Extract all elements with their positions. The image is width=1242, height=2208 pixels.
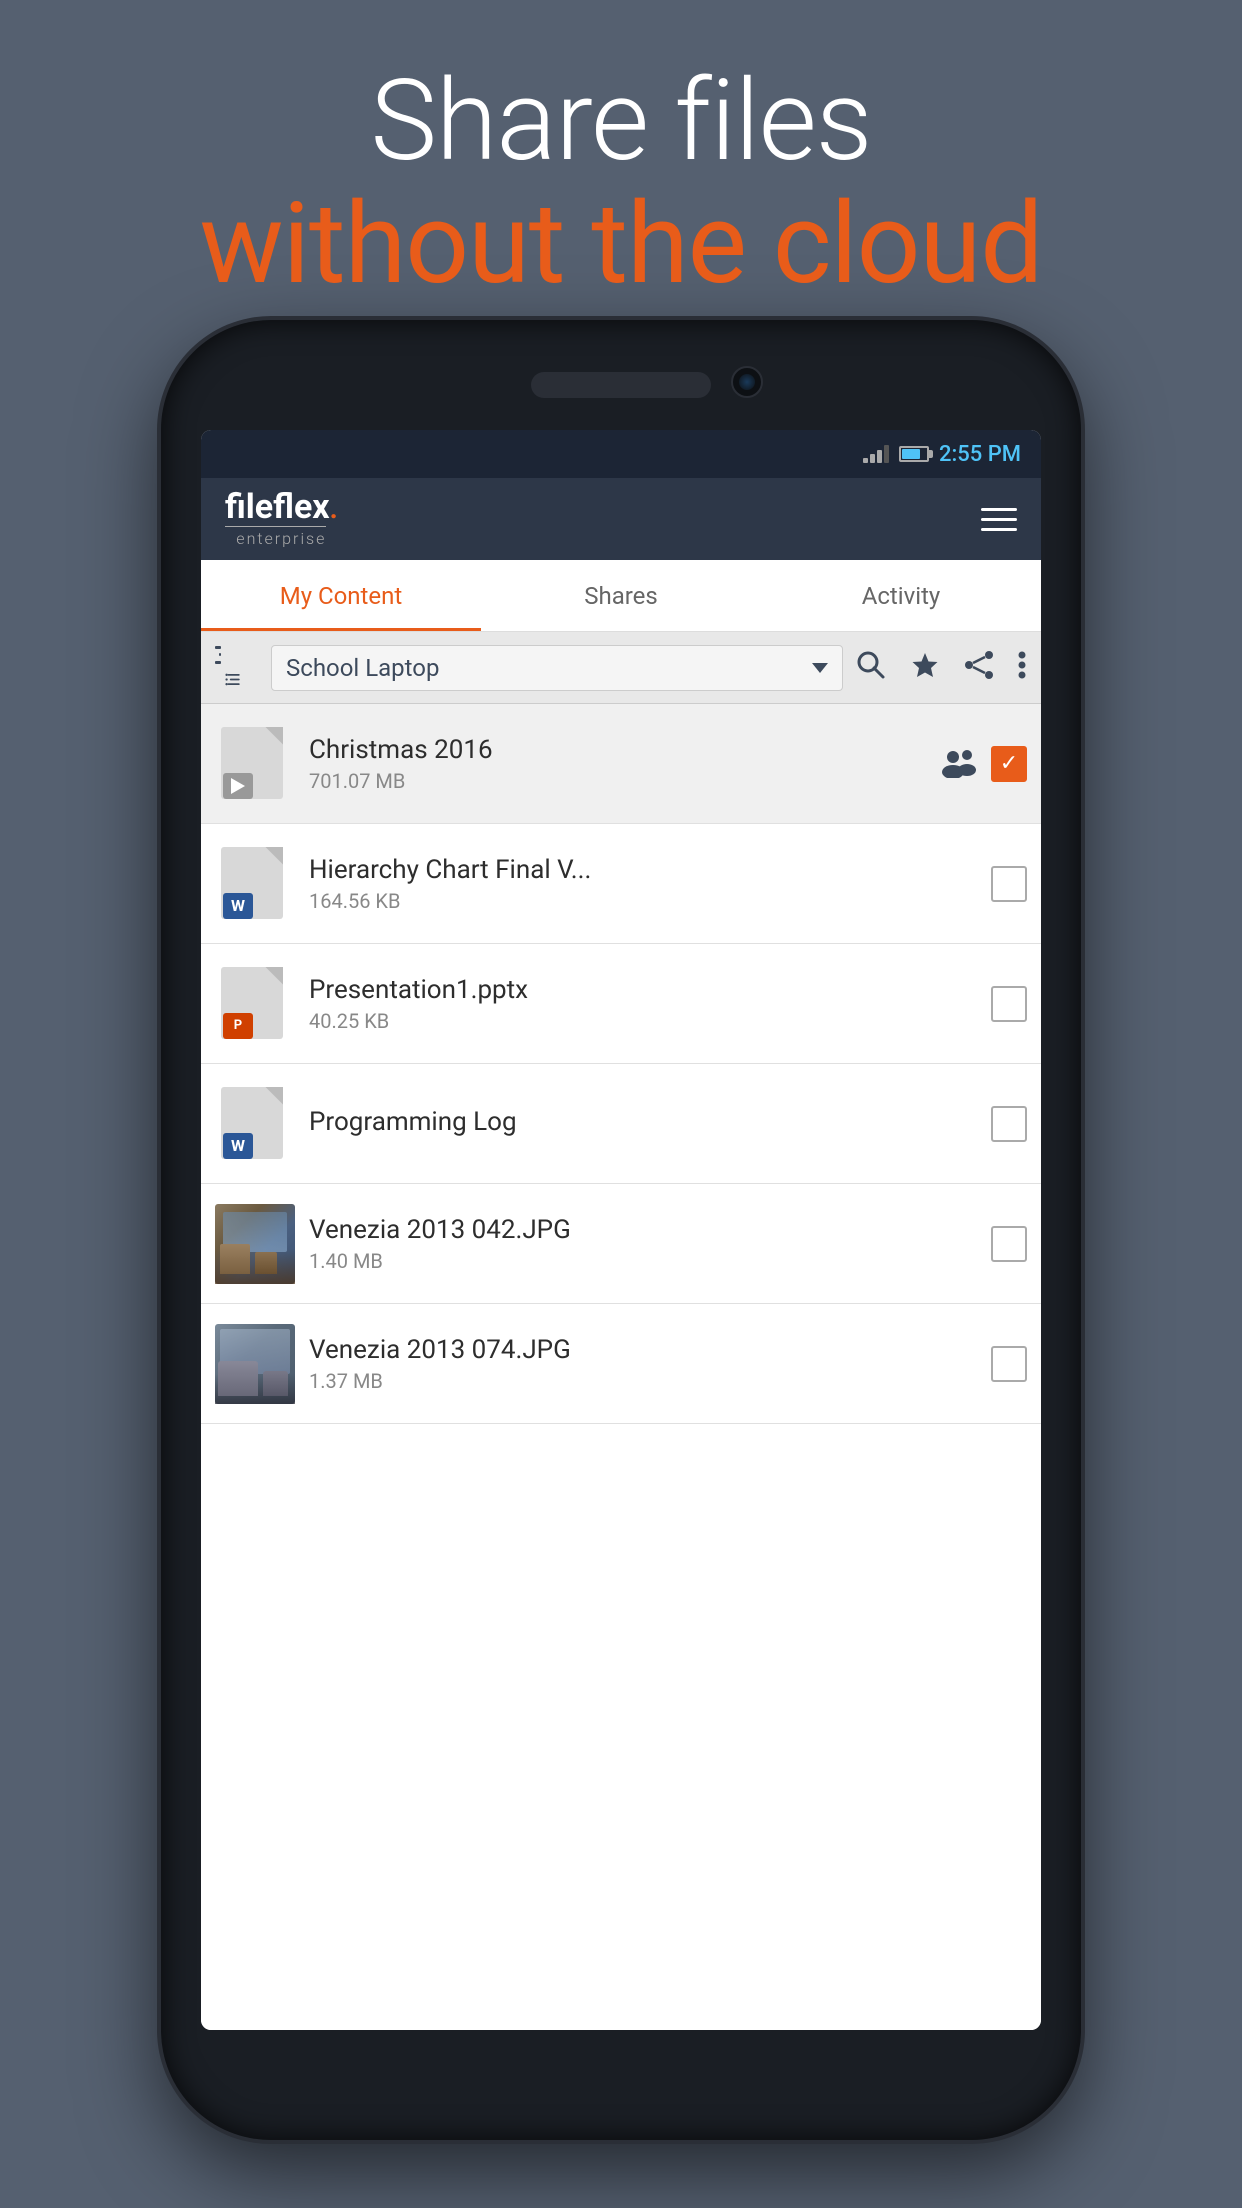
signal-icon bbox=[863, 445, 889, 463]
file-info-presentation: Presentation1.pptx 40.25 KB bbox=[309, 975, 977, 1033]
venezia-074-thumbnail bbox=[215, 1324, 295, 1404]
source-selector[interactable]: School Laptop bbox=[271, 645, 843, 691]
logo-flex: flex bbox=[273, 487, 330, 527]
tab-activity[interactable]: Activity bbox=[761, 560, 1041, 631]
app-logo: fileflex. enterprise bbox=[225, 490, 338, 548]
hamburger-line-3 bbox=[981, 528, 1017, 531]
file-item-presentation[interactable]: P Presentation1.pptx 40.25 KB bbox=[201, 944, 1041, 1064]
tab-my-content-label: My Content bbox=[280, 582, 403, 610]
file-icon-venezia-042 bbox=[215, 1204, 295, 1284]
tab-shares[interactable]: Shares bbox=[481, 560, 761, 631]
battery-icon bbox=[899, 446, 929, 462]
phone-camera bbox=[731, 366, 763, 398]
signal-bar-3 bbox=[877, 450, 882, 463]
hero-section: Share files without the cloud bbox=[0, 60, 1242, 306]
toolbar: School Laptop bbox=[201, 632, 1041, 704]
file-actions-programming-log bbox=[991, 1106, 1027, 1142]
file-actions-christmas: ✓ bbox=[939, 746, 1027, 782]
hero-line2: without the cloud bbox=[0, 183, 1242, 306]
file-size-venezia-042: 1.40 MB bbox=[309, 1249, 977, 1273]
logo-dot: . bbox=[330, 492, 338, 525]
file-name-hierarchy: Hierarchy Chart Final V... bbox=[309, 855, 977, 885]
file-info-christmas: Christmas 2016 701.07 MB bbox=[309, 735, 925, 793]
signal-bar-4 bbox=[884, 445, 889, 463]
phone-screen: 2:55 PM fileflex. enterprise bbox=[201, 430, 1041, 2030]
search-icon bbox=[855, 649, 887, 681]
file-item-venezia-042[interactable]: Venezia 2013 042.JPG 1.40 MB bbox=[201, 1184, 1041, 1304]
file-actions-venezia-042 bbox=[991, 1226, 1027, 1262]
tab-bar: My Content Shares Activity bbox=[201, 560, 1041, 632]
venezia-042-thumbnail bbox=[215, 1204, 295, 1284]
list-icon bbox=[215, 669, 251, 690]
status-icons: 2:55 PM bbox=[863, 442, 1021, 467]
hamburger-line-2 bbox=[981, 518, 1017, 521]
checkbox-presentation[interactable] bbox=[991, 986, 1027, 1022]
file-info-venezia-042: Venezia 2013 042.JPG 1.40 MB bbox=[309, 1215, 977, 1273]
battery-fill bbox=[902, 449, 920, 459]
checkbox-venezia-042[interactable] bbox=[991, 1226, 1027, 1262]
file-item-christmas[interactable]: Christmas 2016 701.07 MB bbox=[201, 704, 1041, 824]
file-actions-presentation bbox=[991, 986, 1027, 1022]
file-icon-presentation: P bbox=[215, 964, 295, 1044]
file-icon-hierarchy: W bbox=[215, 844, 295, 924]
tab-activity-label: Activity bbox=[862, 582, 941, 610]
checkmark-icon: ✓ bbox=[1000, 753, 1018, 775]
file-info-programming-log: Programming Log bbox=[309, 1107, 977, 1141]
checkbox-programming-log[interactable] bbox=[991, 1106, 1027, 1142]
tab-shares-label: Shares bbox=[584, 582, 658, 610]
phone-mockup: 2:55 PM fileflex. enterprise bbox=[161, 320, 1081, 2140]
signal-bar-1 bbox=[863, 458, 868, 463]
file-actions-venezia-074 bbox=[991, 1346, 1027, 1382]
file-info-hierarchy: Hierarchy Chart Final V... 164.56 KB bbox=[309, 855, 977, 913]
logo-fileflex: file bbox=[225, 487, 273, 527]
search-button[interactable] bbox=[855, 649, 887, 686]
file-item-programming-log[interactable]: W Programming Log bbox=[201, 1064, 1041, 1184]
list-view-button[interactable] bbox=[215, 646, 259, 690]
file-item-venezia-074[interactable]: Venezia 2013 074.JPG 1.37 MB bbox=[201, 1304, 1041, 1424]
file-size-christmas: 701.07 MB bbox=[309, 769, 925, 793]
checkbox-christmas[interactable]: ✓ bbox=[991, 746, 1027, 782]
chevron-down-icon bbox=[812, 663, 828, 673]
file-icon-programming-log: W bbox=[215, 1084, 295, 1164]
phone-speaker bbox=[531, 372, 711, 398]
share-people-button[interactable] bbox=[939, 746, 979, 782]
hamburger-line-1 bbox=[981, 508, 1017, 511]
file-icon-venezia-074 bbox=[215, 1324, 295, 1404]
logo-text: fileflex. bbox=[225, 490, 338, 524]
file-size-presentation: 40.25 KB bbox=[309, 1009, 977, 1033]
tab-my-content[interactable]: My Content bbox=[201, 560, 481, 631]
file-name-venezia-042: Venezia 2013 042.JPG bbox=[309, 1215, 977, 1245]
file-size-hierarchy: 164.56 KB bbox=[309, 889, 977, 913]
source-name: School Laptop bbox=[286, 654, 439, 682]
more-button[interactable] bbox=[1017, 649, 1027, 686]
checkbox-hierarchy[interactable] bbox=[991, 866, 1027, 902]
signal-bar-2 bbox=[870, 454, 875, 463]
status-bar: 2:55 PM bbox=[201, 430, 1041, 478]
file-name-christmas: Christmas 2016 bbox=[309, 735, 925, 765]
hero-line1: Share files bbox=[0, 60, 1242, 183]
share-icon bbox=[963, 649, 995, 681]
hamburger-button[interactable] bbox=[981, 508, 1017, 531]
more-dots-icon bbox=[1017, 649, 1027, 681]
share-button[interactable] bbox=[963, 649, 995, 686]
file-name-presentation: Presentation1.pptx bbox=[309, 975, 977, 1005]
logo-divider bbox=[225, 526, 326, 527]
favorites-button[interactable] bbox=[909, 649, 941, 686]
file-name-programming-log: Programming Log bbox=[309, 1107, 977, 1137]
file-icon-christmas bbox=[215, 724, 295, 804]
people-share-icon bbox=[939, 746, 979, 778]
file-name-venezia-074: Venezia 2013 074.JPG bbox=[309, 1335, 977, 1365]
file-info-venezia-074: Venezia 2013 074.JPG 1.37 MB bbox=[309, 1335, 977, 1393]
toolbar-actions bbox=[855, 649, 1027, 686]
star-icon bbox=[909, 649, 941, 681]
play-icon bbox=[231, 778, 245, 794]
file-actions-hierarchy bbox=[991, 866, 1027, 902]
checkbox-venezia-074[interactable] bbox=[991, 1346, 1027, 1382]
file-list: Christmas 2016 701.07 MB bbox=[201, 704, 1041, 2030]
logo-enterprise: enterprise bbox=[225, 529, 338, 548]
file-size-venezia-074: 1.37 MB bbox=[309, 1369, 977, 1393]
status-time: 2:55 PM bbox=[939, 442, 1021, 467]
app-header: fileflex. enterprise bbox=[201, 478, 1041, 560]
file-item-hierarchy[interactable]: W Hierarchy Chart Final V... 164.56 KB bbox=[201, 824, 1041, 944]
